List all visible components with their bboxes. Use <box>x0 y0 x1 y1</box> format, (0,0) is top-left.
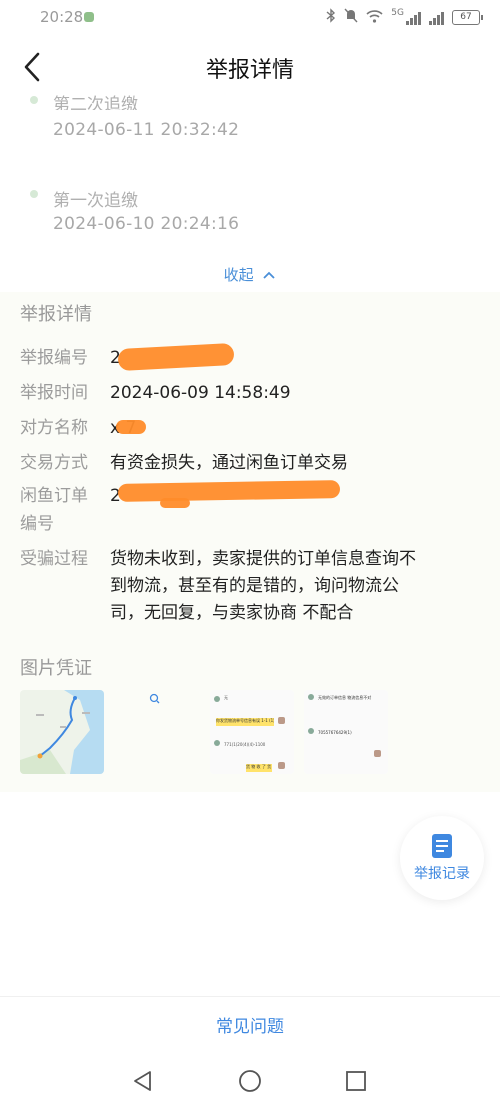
timeline-item-title: 第一次追缴 <box>53 191 138 211</box>
signal-icon <box>406 11 421 25</box>
square-recents-icon <box>346 1071 366 1091</box>
counterparty-name-label: 对方名称 <box>20 418 88 438</box>
collapse-label: 收起 <box>223 266 254 284</box>
report-records-label: 举报记录 <box>414 866 470 882</box>
evidence-section-title: 图片凭证 <box>20 658 92 679</box>
back-button[interactable] <box>18 50 48 84</box>
wifi-icon <box>366 9 383 27</box>
report-records-button[interactable]: 举报记录 <box>400 816 484 900</box>
chat-bubble: 货 物 收 了 货 呢 ? <box>246 764 272 772</box>
report-time-label: 举报时间 <box>20 383 88 403</box>
timeline-item-date: 2024-06-10 20:24:16 <box>53 214 240 234</box>
avatar <box>278 762 285 769</box>
page-title: 举报详情 <box>205 58 294 83</box>
signal-icon-2 <box>429 11 444 25</box>
fraud-process-line-3: 司，无回复，与卖家协商 不配合 <box>110 603 354 623</box>
evidence-thumbnail-blank[interactable] <box>116 690 200 774</box>
report-number-label: 举报编号 <box>20 348 88 368</box>
chat-line: 无效的订单信息 物流信息不对 <box>318 695 372 700</box>
transaction-method-label: 交易方式 <box>20 453 88 473</box>
avatar <box>214 740 220 746</box>
avatar <box>374 750 381 757</box>
chat-line: 70557676429(1) <box>318 730 352 735</box>
search-screen-image <box>116 690 200 774</box>
details-section-title: 举报详情 <box>20 304 92 325</box>
avatar <box>308 728 314 734</box>
avatar <box>278 717 285 724</box>
bluetooth-icon <box>326 8 336 27</box>
nav-home-button[interactable] <box>237 1068 263 1094</box>
evidence-thumbnail-chat-2[interactable]: 无效的订单信息 物流信息不对 70557676429(1) <box>304 690 388 774</box>
chat-screenshot: 无效的订单信息 物流信息不对 70557676429(1) <box>304 690 388 774</box>
status-bar: 20:28 5G 67 <box>0 0 500 36</box>
order-number-label-line2: 编号 <box>20 514 54 534</box>
chat-line: 771(1)20(4)(4)-1100 <box>224 742 266 747</box>
document-icon <box>432 834 452 858</box>
timeline-item-date: 2024-06-11 20:32:42 <box>53 120 240 140</box>
network-type: 5G <box>391 8 404 18</box>
timeline-item-title: 第二次追缴 <box>53 95 138 110</box>
chat-line: 无 <box>224 695 228 700</box>
triangle-back-icon <box>134 1071 151 1091</box>
timeline-dot <box>30 190 38 198</box>
status-icons: 5G 67 <box>326 8 483 27</box>
transaction-method-value: 有资金损失，通过闲鱼订单交易 <box>110 453 348 473</box>
redaction-mark <box>116 420 146 434</box>
status-time: 20:28 <box>40 8 84 26</box>
app-notification-icon <box>84 12 94 22</box>
avatar <box>308 694 314 700</box>
chevron-up-icon <box>263 271 276 279</box>
avatar <box>214 696 220 702</box>
redaction-mark <box>160 498 190 508</box>
circle-home-icon <box>239 1070 261 1092</box>
fraud-process-label: 受骗过程 <box>20 549 88 569</box>
evidence-thumbnail-map[interactable] <box>20 690 104 774</box>
chevron-left-icon <box>24 52 40 82</box>
nav-back-button[interactable] <box>130 1068 156 1094</box>
timeline-dot <box>30 96 38 104</box>
collapse-button[interactable]: 收起 <box>0 264 500 285</box>
report-time-value: 2024-06-09 14:58:49 <box>110 383 291 403</box>
evidence-thumbnail-chat-1[interactable]: 无 你发货物流单号信息有误 1-1 (1) 771(1)20(4)(4)-110… <box>210 690 294 774</box>
mute-bell-icon <box>344 8 358 27</box>
map-thumbnail-image <box>20 690 104 774</box>
chat-screenshot: 无 你发货物流单号信息有误 1-1 (1) 771(1)20(4)(4)-110… <box>210 690 294 774</box>
nav-recents-button[interactable] <box>343 1068 369 1094</box>
fraud-process-line-1: 货物未收到，卖家提供的订单信息查询不 <box>110 549 416 569</box>
fraud-process-line-2: 到物流，甚至有的是错的，询问物流公 <box>110 576 399 596</box>
order-number-label: 闲鱼订单 <box>20 486 88 506</box>
battery-icon: 67 <box>452 10 483 25</box>
chat-bubble: 你发货物流单号信息有误 1-1 (1) <box>216 718 274 726</box>
redaction-mark <box>117 480 341 502</box>
faq-button[interactable]: 常见问题 <box>0 1012 500 1037</box>
